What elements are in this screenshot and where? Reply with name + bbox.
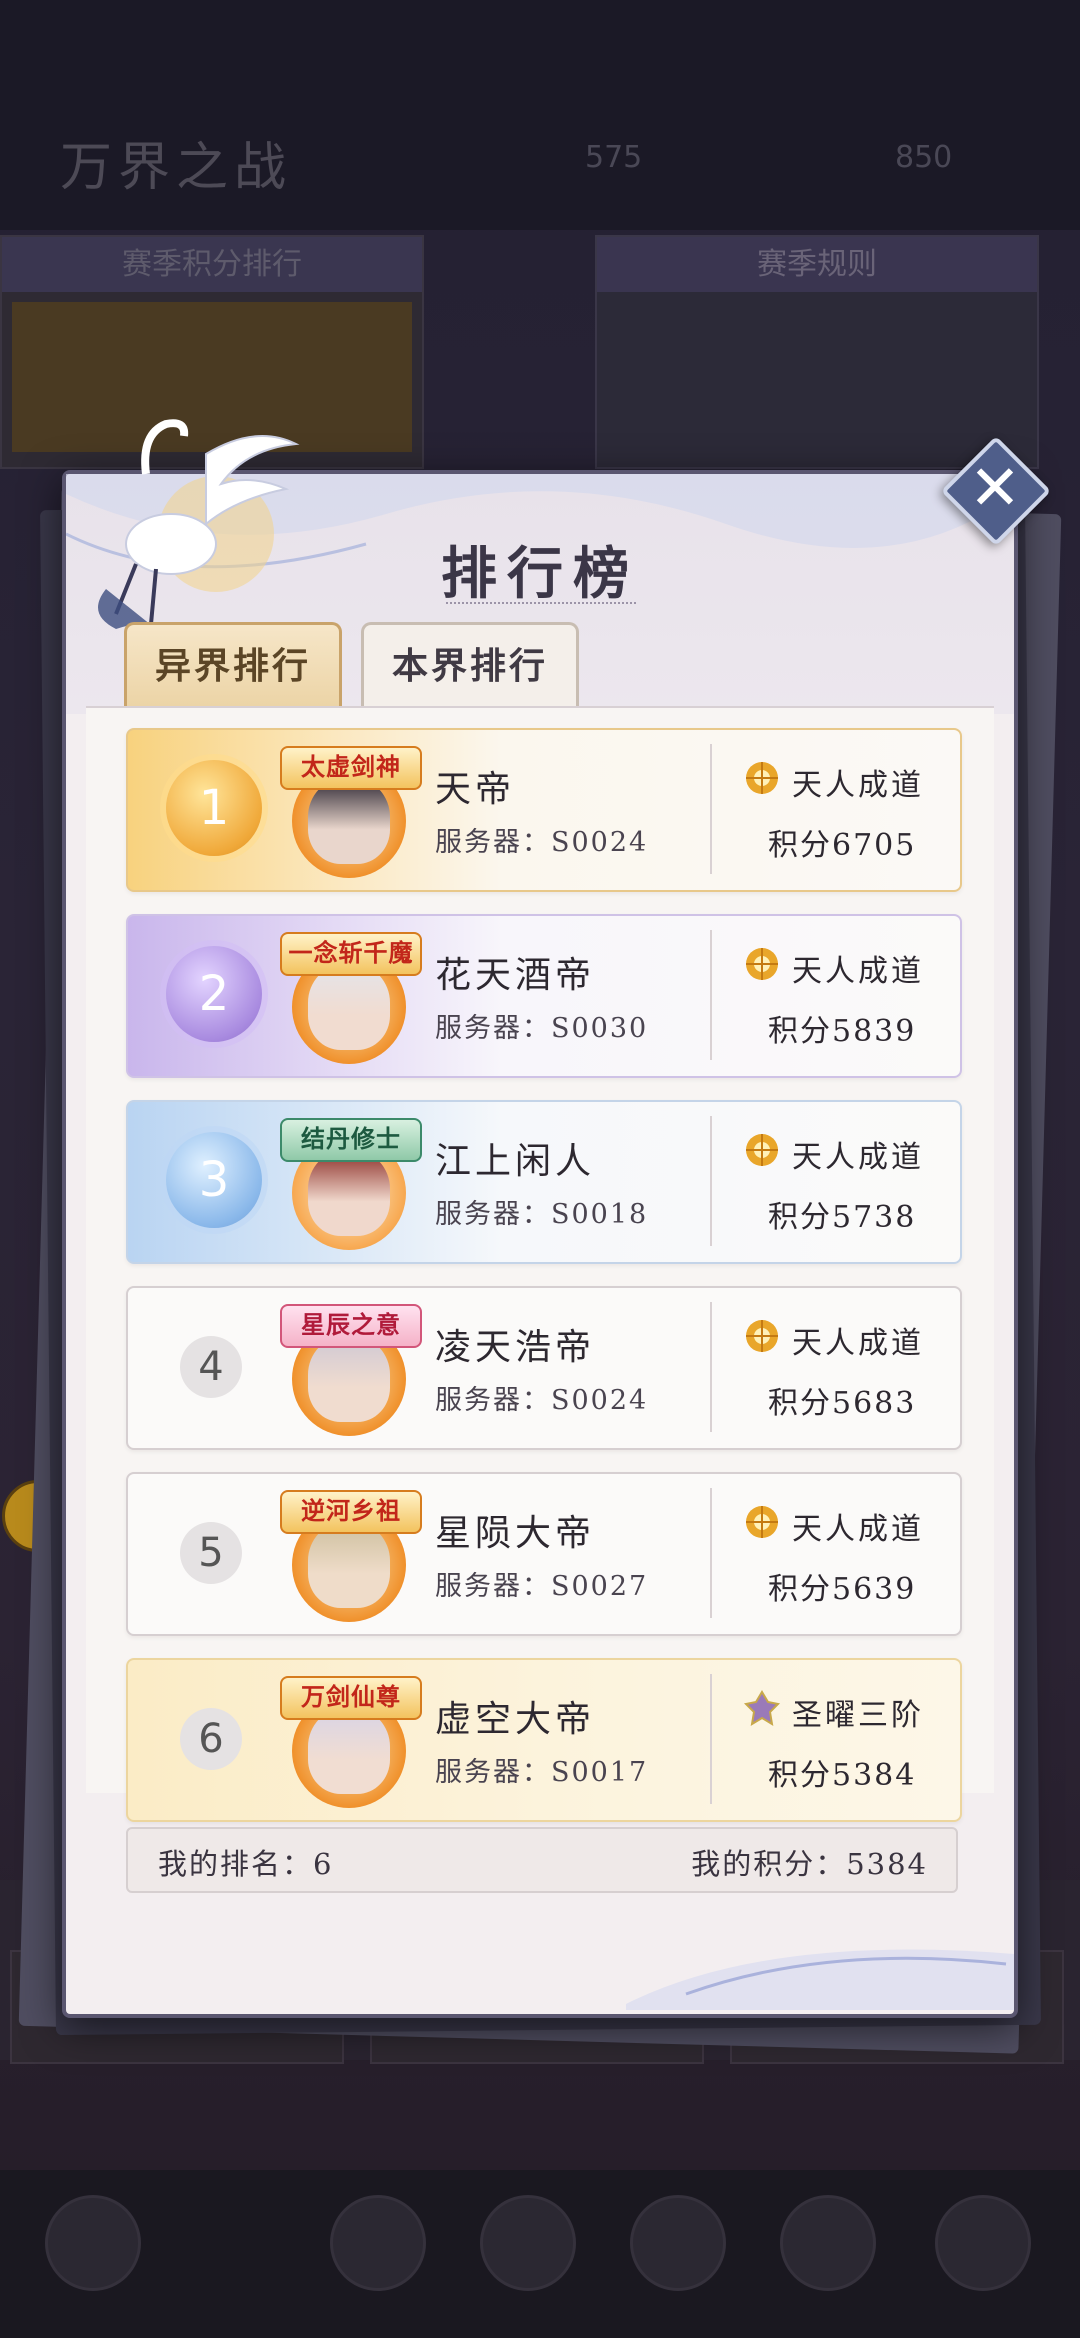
nav-icon: [630, 2195, 726, 2291]
player-name: 星陨大帝: [435, 1513, 596, 1554]
background-stat-right: 850: [895, 140, 953, 175]
player-server: 服务器：S0017: [435, 1757, 649, 1788]
nav-icon: [480, 2195, 576, 2291]
player-server: 服务器：S0030: [435, 1013, 649, 1044]
score-label: 积分5839: [768, 1014, 917, 1049]
rank-medal-gold: 1: [166, 760, 262, 856]
avatar: 万剑仙尊: [280, 1670, 422, 1810]
realm-badge-icon: [746, 948, 778, 980]
player-name: 江上闲人: [435, 1141, 596, 1182]
realm-label: 天人成道: [792, 1326, 924, 1361]
rank-number: 4: [180, 1336, 242, 1398]
score-label: 积分6705: [768, 828, 917, 863]
realm-badge-icon-purple: [743, 1690, 781, 1726]
avatar: 星辰之意: [280, 1298, 422, 1438]
avatar: 一念斩千魔: [280, 926, 422, 1066]
player-server: 服务器：S0024: [435, 827, 649, 858]
background-title: 万界之战: [60, 138, 293, 198]
realm-badge-icon: [746, 1320, 778, 1352]
player-name: 凌天浩帝: [435, 1327, 596, 1368]
rank-number: 6: [180, 1708, 242, 1770]
background-panel-right: 赛季规则: [595, 235, 1039, 469]
player-server: 服务器：S0024: [435, 1385, 649, 1416]
leaderboard-row[interactable]: 4 星辰之意 凌天浩帝 服务器：S0024 天人成道 积分5683: [126, 1286, 962, 1450]
rank-medal-bronze: 3: [166, 1132, 262, 1228]
leaderboard-row[interactable]: 5 逆河乡祖 星陨大帝 服务器：S0027 天人成道 积分5639: [126, 1472, 962, 1636]
player-name: 虚空大帝: [435, 1699, 596, 1740]
leaderboard-list: 1 太虚剑神 天帝 服务器：S0024 天人成道 积分6705 2 一念斩千魔 …: [86, 706, 994, 1822]
realm-label: 天人成道: [792, 954, 924, 989]
background-panel-left-title: 赛季积分排行: [2, 237, 422, 292]
realm-badge-icon: [746, 1506, 778, 1538]
nav-icon: [780, 2195, 876, 2291]
rank-number: 5: [180, 1522, 242, 1584]
title-decoration: [446, 602, 636, 610]
title-badge: 逆河乡祖: [280, 1490, 422, 1534]
title-badge: 一念斩千魔: [280, 932, 422, 976]
rank-medal-silver: 2: [166, 946, 262, 1042]
avatar: 结丹修士: [280, 1112, 422, 1252]
bottom-wave-decoration: [626, 1949, 1014, 2010]
background-stat-left: 575: [585, 140, 643, 175]
title-badge: 太虚剑神: [280, 746, 422, 790]
my-score: 我的积分：5384: [691, 1847, 928, 1881]
realm-label: 圣曜三阶: [792, 1698, 924, 1733]
leaderboard-modal: 排行榜 异界排行 本界排行 1 太虚剑神 天帝 服务器：S0024 天人成道 积…: [62, 419, 1018, 2018]
nav-icon: [330, 2195, 426, 2291]
avatar: 太虚剑神: [280, 740, 422, 880]
title-badge: 万剑仙尊: [280, 1676, 422, 1720]
title-badge: 结丹修士: [280, 1118, 422, 1162]
background-panel-right-title: 赛季规则: [597, 237, 1037, 292]
score-label: 积分5639: [768, 1572, 917, 1607]
score-label: 积分5683: [768, 1386, 917, 1421]
realm-badge-icon: [746, 762, 778, 794]
player-server: 服务器：S0027: [435, 1571, 649, 1602]
nav-icon: [935, 2195, 1031, 2291]
score-label: 积分5384: [768, 1758, 917, 1793]
close-icon[interactable]: ✕: [960, 453, 1030, 523]
tab-this-realm[interactable]: 本界排行: [361, 622, 579, 707]
avatar: 逆河乡祖: [280, 1484, 422, 1624]
player-name: 天帝: [435, 769, 516, 810]
title-badge: 星辰之意: [280, 1304, 422, 1348]
modal-title: 排行榜: [441, 541, 639, 607]
tab-other-realm[interactable]: 异界排行: [124, 622, 342, 707]
nav-icon: [45, 2195, 141, 2291]
leaderboard-row[interactable]: 2 一念斩千魔 花天酒帝 服务器：S0030 天人成道 积分5839: [126, 914, 962, 1078]
realm-label: 天人成道: [792, 768, 924, 803]
realm-label: 天人成道: [792, 1140, 924, 1175]
player-name: 花天酒帝: [435, 955, 596, 996]
realm-badge-icon: [746, 1134, 778, 1166]
score-label: 积分5738: [768, 1200, 917, 1235]
leaderboard-row[interactable]: 3 结丹修士 江上闲人 服务器：S0018 天人成道 积分5738: [126, 1100, 962, 1264]
my-ranking-bar: 我的排名：6 我的积分：5384: [126, 1827, 958, 1893]
realm-label: 天人成道: [792, 1512, 924, 1547]
my-rank: 我的排名：6: [158, 1847, 334, 1881]
leaderboard-row-self[interactable]: 6 万剑仙尊 虚空大帝 服务器：S0017 圣曜三阶 积分5384: [126, 1658, 962, 1822]
player-server: 服务器：S0018: [435, 1199, 649, 1230]
leaderboard-row[interactable]: 1 太虚剑神 天帝 服务器：S0024 天人成道 积分6705: [126, 728, 962, 892]
